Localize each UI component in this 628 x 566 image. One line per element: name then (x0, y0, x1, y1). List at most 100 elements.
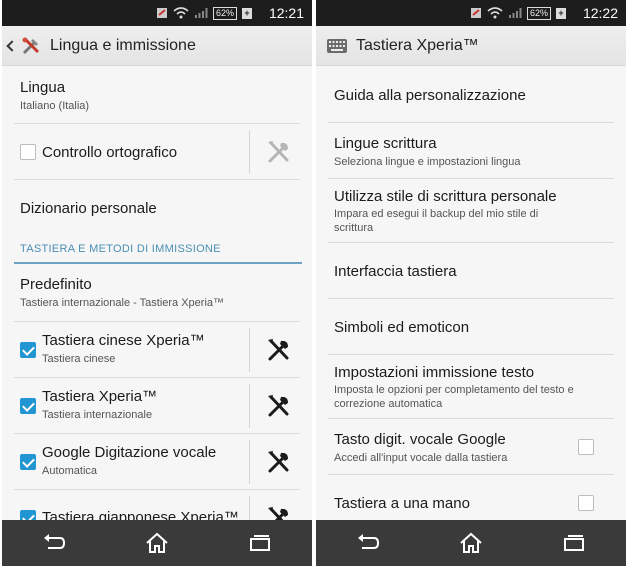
screen-language-input: 62% + 12:21 Lingua e immissione Lingua I… (2, 0, 312, 566)
tools-settings-icon (22, 37, 40, 54)
item-title: Tastiera a una mano (334, 495, 470, 512)
item-title: Tastiera giapponese Xperia™ (42, 509, 239, 520)
battery-icon: 62% (212, 6, 237, 20)
navigation-bar (2, 520, 312, 566)
recent-apps-button[interactable] (544, 523, 604, 563)
status-bar: 62% + 12:22 (316, 0, 626, 26)
home-icon (460, 532, 482, 553)
home-button[interactable] (127, 523, 187, 563)
keyboard-item[interactable]: Tastiera giapponese Xperia™ (14, 490, 300, 520)
divider (249, 328, 250, 372)
item-subtitle: Tastiera cinese (42, 353, 116, 365)
keyboard-item[interactable]: Tastiera Xperia™ Tastiera internazionale (14, 378, 300, 434)
charging-icon: + (242, 7, 252, 19)
item-subtitle: Italiano (Italia) (20, 100, 90, 112)
stile-scrittura-item[interactable]: Utilizza stile di scrittura personale Im… (328, 179, 614, 243)
dizionario-personale-item[interactable]: Dizionario personale (14, 180, 300, 236)
simboli-emoticon-item[interactable]: Simboli ed emoticon (328, 299, 614, 355)
item-title: Dizionario personale (20, 200, 157, 217)
item-title: Interfaccia tastiera (334, 263, 457, 280)
predefinito-item[interactable]: Predefinito Tastiera internazionale - Ta… (14, 264, 300, 322)
section-header-keyboards: TASTIERA E METODI DI IMMISSIONE (14, 236, 302, 264)
item-subtitle: Seleziona lingue e impostazioni lingua (334, 156, 521, 168)
tastiera-una-mano-item[interactable]: Tastiera a una mano (328, 475, 614, 520)
action-bar: Lingua e immissione (2, 26, 312, 66)
keyboard-enabled-checkbox[interactable] (20, 454, 36, 470)
wrench-screwdriver-icon[interactable] (266, 505, 292, 520)
status-time: 12:22 (582, 5, 618, 21)
screen-xperia-keyboard: 62% + 12:22 Tastiera Xperia™ Guida alla … (316, 0, 626, 566)
screen-title: Tastiera Xperia™ (356, 36, 479, 54)
settings-list[interactable]: Lingua Italiano (Italia) Controllo ortog… (2, 66, 312, 520)
keyboard-item[interactable]: Google Digitazione vocale Automatica (14, 434, 300, 490)
keyboard-item[interactable]: Tastiera cinese Xperia™ Tastiera cinese (14, 322, 300, 378)
item-title: Lingua (20, 79, 66, 96)
keyboard-enabled-checkbox[interactable] (20, 342, 36, 358)
item-subtitle: Impara ed esegui il backup del mio stile… (334, 208, 539, 234)
divider (249, 440, 250, 484)
tasto-vocale-google-item[interactable]: Tasto digit. vocale Google Accedi all'in… (328, 419, 614, 475)
back-icon (43, 534, 65, 549)
item-title: Controllo ortografico (42, 144, 178, 161)
wrench-screwdriver-icon[interactable] (266, 393, 292, 419)
lingua-item[interactable]: Lingua Italiano (Italia) (14, 66, 300, 124)
controllo-ortografico-checkbox[interactable] (20, 144, 36, 160)
guida-personalizzazione-item[interactable]: Guida alla personalizzazione (328, 66, 614, 123)
interfaccia-tastiera-item[interactable]: Interfaccia tastiera (328, 243, 614, 299)
lingue-scrittura-item[interactable]: Lingue scrittura Seleziona lingue e impo… (328, 123, 614, 179)
action-bar: Tastiera Xperia™ (316, 26, 626, 66)
wifi-icon (173, 7, 189, 19)
item-subtitle: Tastiera internazionale (42, 409, 153, 421)
keyboard-enabled-checkbox[interactable] (20, 398, 36, 414)
wifi-icon (487, 7, 503, 19)
item-subtitle: Imposta le opzioni per completamento del… (334, 384, 574, 410)
item-title: Utilizza stile di scrittura personale (334, 188, 557, 205)
item-title: Impostazioni immissione testo (334, 364, 535, 381)
status-icons: 62% + (470, 0, 566, 26)
item-title: Google Digitazione vocale (42, 444, 217, 461)
item-subtitle: Automatica (42, 465, 98, 477)
item-subtitle: Accedi all'input vocale dalla tastiera (334, 452, 508, 464)
wrench-screwdriver-icon[interactable] (266, 337, 292, 363)
back-button[interactable] (338, 523, 398, 563)
item-title: Tasto digit. vocale Google (334, 431, 506, 448)
battery-icon: 62% (526, 6, 551, 20)
tasto-vocale-google-checkbox[interactable] (578, 439, 594, 455)
back-icon (357, 534, 379, 549)
notification-icon (470, 8, 481, 18)
item-title: Lingue scrittura (334, 135, 437, 152)
settings-list[interactable]: Guida alla personalizzazione Lingue scri… (316, 66, 626, 520)
recent-apps-button[interactable] (230, 523, 290, 563)
up-navigation-icon[interactable] (6, 39, 18, 52)
home-button[interactable] (441, 523, 501, 563)
item-title: Tastiera Xperia™ (42, 388, 158, 405)
divider (249, 384, 250, 428)
signal-icon (508, 8, 522, 18)
screen-title: Lingua e immissione (50, 36, 196, 54)
charging-icon: + (556, 7, 566, 19)
item-subtitle: Tastiera internazionale - Tastiera Xperi… (20, 297, 225, 309)
status-icons: 62% + (156, 0, 252, 26)
impostazioni-immissione-item[interactable]: Impostazioni immissione testo Imposta le… (328, 355, 614, 419)
item-title: Guida alla personalizzazione (334, 87, 526, 104)
recent-apps-icon (564, 535, 585, 551)
item-title: Predefinito (20, 276, 92, 293)
notification-icon (156, 8, 167, 18)
divider (249, 130, 250, 174)
status-time: 12:21 (268, 5, 304, 21)
status-bar: 62% + 12:21 (2, 0, 312, 26)
wrench-screwdriver-icon[interactable] (266, 139, 292, 165)
signal-icon (194, 8, 208, 18)
section-title: TASTIERA E METODI DI IMMISSIONE (20, 243, 221, 255)
tastiera-una-mano-checkbox[interactable] (578, 495, 594, 511)
divider (249, 496, 250, 520)
home-icon (146, 532, 168, 553)
navigation-bar (316, 520, 626, 566)
item-title: Tastiera cinese Xperia™ (42, 332, 205, 349)
keyboard-enabled-checkbox[interactable] (20, 510, 36, 520)
keyboard-icon (327, 38, 347, 53)
controllo-ortografico-item[interactable]: Controllo ortografico (14, 124, 300, 180)
recent-apps-icon (250, 535, 271, 551)
wrench-screwdriver-icon[interactable] (266, 449, 292, 475)
back-button[interactable] (24, 523, 84, 563)
